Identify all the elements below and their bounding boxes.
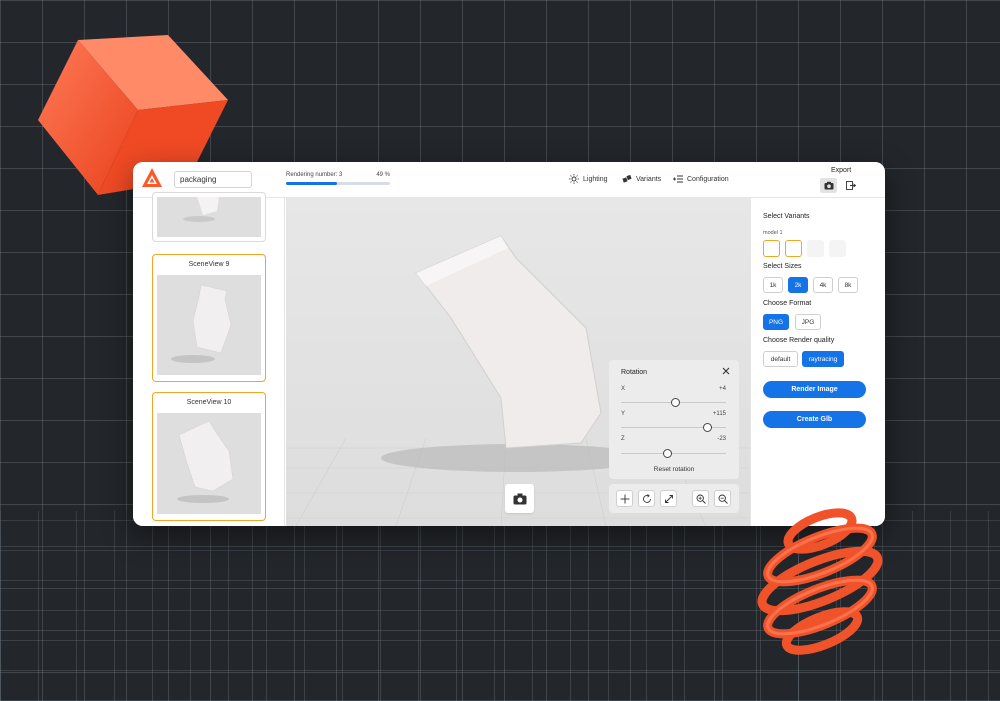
format-option-jpg[interactable]: JPG <box>795 314 821 330</box>
pouch-thumbnail-image <box>183 197 219 222</box>
select-variants-title: Select Variants <box>763 213 810 220</box>
scene-list-sidebar: SceneView 9 SceneView 10 <box>133 192 285 526</box>
choose-format-title: Choose Format <box>763 300 812 307</box>
expand-icon <box>664 494 673 503</box>
progress-track <box>286 182 390 185</box>
zoom-out-icon <box>718 494 728 504</box>
scene-card-9[interactable]: SceneView 9 <box>152 254 266 382</box>
axis-x-thumb[interactable] <box>670 398 680 407</box>
progress-fill <box>286 182 337 185</box>
create-glb-button[interactable]: Create Glb <box>763 411 866 428</box>
axis-x-value: +4 <box>719 386 726 392</box>
format-option-png[interactable]: PNG <box>763 314 789 330</box>
rotate-icon <box>642 493 651 503</box>
quality-option-raytracing[interactable]: raytracing <box>802 351 844 367</box>
axis-x-label: X <box>621 386 626 392</box>
axis-y-label: Y <box>621 411 626 417</box>
move-icon <box>620 494 629 503</box>
capture-camera-button[interactable] <box>505 484 534 513</box>
nav-variants[interactable]: Variants <box>622 174 661 184</box>
variant-swatch[interactable] <box>785 240 802 257</box>
axis-z-label: Z <box>621 436 625 442</box>
sliders-icon <box>673 175 683 183</box>
quality-option-default[interactable]: default <box>763 351 798 367</box>
axis-z-value: -23 <box>717 436 726 442</box>
scene-thumbnail <box>157 413 261 514</box>
render-progress: Rendering number: 3 49 % <box>286 172 390 185</box>
rotation-title: Rotation <box>621 369 648 376</box>
pouch-thumbnail-image <box>177 420 234 503</box>
axis-y-thumb[interactable] <box>703 423 713 432</box>
app-logo-icon <box>142 168 162 187</box>
export-icon <box>845 181 856 190</box>
camera-icon <box>824 181 833 190</box>
size-option-8k[interactable]: 8k <box>838 277 858 293</box>
model-label: model 1 <box>763 230 783 236</box>
nav-variants-label: Variants <box>636 175 662 183</box>
app-window: packaging Rendering number: 3 49 % Light… <box>133 162 885 526</box>
rendering-number-label: Rendering number: 3 <box>286 172 343 178</box>
nav-configuration-label: Configuration <box>687 175 729 183</box>
reset-rotation-button[interactable]: Reset rotation <box>609 466 739 473</box>
export-image-button[interactable] <box>820 178 837 193</box>
nav-lighting[interactable]: Lighting <box>569 174 608 184</box>
sun-icon <box>569 174 579 184</box>
scene-card-title: SceneView 9 <box>188 261 230 268</box>
scene-card[interactable] <box>152 192 266 242</box>
size-option-1k[interactable]: 1k <box>763 277 783 293</box>
variant-swatch[interactable] <box>807 240 824 257</box>
decorative-spiral <box>757 508 883 655</box>
zoom-in-button[interactable] <box>692 490 709 507</box>
variants-icon <box>622 174 632 183</box>
render-settings-panel: Select Variants model 1 Select Sizes 1k … <box>750 198 885 526</box>
rotate-button[interactable] <box>638 490 655 507</box>
axis-x-slider[interactable] <box>621 398 726 407</box>
export-label: Export <box>831 167 852 174</box>
nav-lighting-label: Lighting <box>583 175 608 183</box>
expand-button[interactable] <box>660 490 677 507</box>
export-file-button[interactable] <box>842 178 859 193</box>
zoom-out-button[interactable] <box>714 490 731 507</box>
scene-card-title: SceneView 10 <box>186 399 232 406</box>
render-image-button[interactable]: Render Image <box>763 381 866 398</box>
pouch-thumbnail-image <box>171 284 232 363</box>
axis-y-value: +115 <box>712 411 726 417</box>
zoom-in-icon <box>696 494 706 504</box>
project-name-input[interactable]: packaging <box>174 171 252 188</box>
size-option-4k[interactable]: 4k <box>813 277 833 293</box>
close-icon[interactable] <box>721 366 731 376</box>
variant-swatch[interactable] <box>763 240 780 257</box>
camera-icon <box>513 493 526 504</box>
scene-thumbnail <box>157 197 261 237</box>
variant-swatch[interactable] <box>829 240 846 257</box>
axis-y-slider[interactable] <box>621 423 726 432</box>
scene-card-10[interactable]: SceneView 10 <box>152 392 266 521</box>
choose-quality-title: Choose Render quality <box>763 337 835 344</box>
nav-configuration[interactable]: Configuration <box>673 174 729 184</box>
move-button[interactable] <box>616 490 633 507</box>
view-toolbar <box>609 484 739 513</box>
rendering-percent-label: 49 % <box>376 172 390 178</box>
axis-z-thumb[interactable] <box>663 449 673 458</box>
scene-thumbnail <box>157 275 261 375</box>
size-option-2k[interactable]: 2k <box>788 277 808 293</box>
select-sizes-title: Select Sizes <box>763 263 802 270</box>
axis-z-slider[interactable] <box>621 449 726 458</box>
rotation-panel: Rotation X +4 Y +115 Z -23 Reset rotatio… <box>609 360 739 479</box>
